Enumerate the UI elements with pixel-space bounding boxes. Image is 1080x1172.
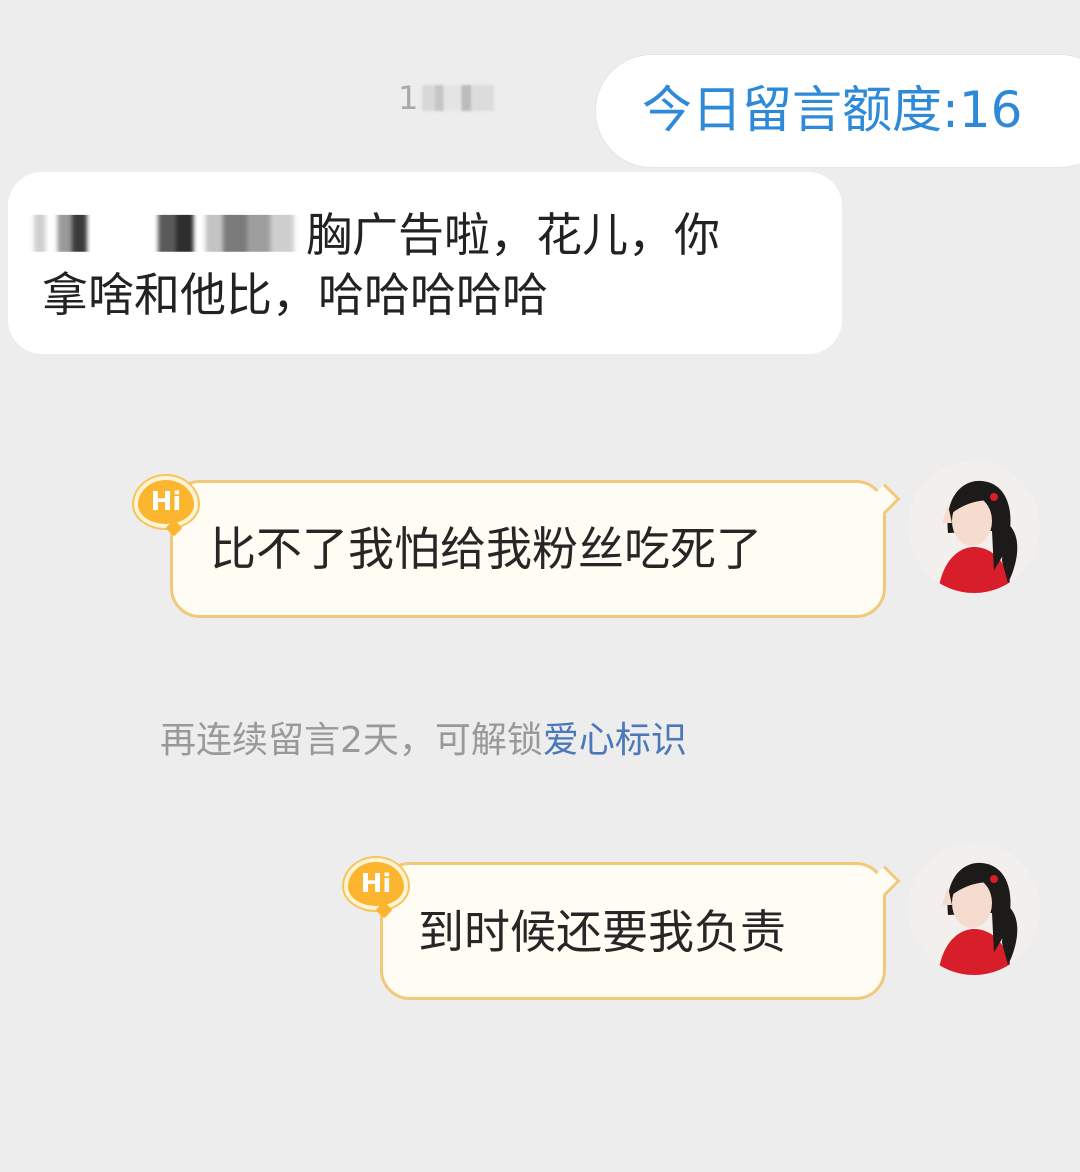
- incoming-message-line-1: 胸广告啦，花儿，你: [306, 208, 720, 262]
- hi-badge-label: Hi: [150, 487, 182, 517]
- message-timestamp: 1: [398, 78, 495, 118]
- streak-hint: 再连续留言2天，可解锁爱心标识: [160, 718, 687, 764]
- hi-badge-icon: Hi: [344, 858, 408, 919]
- incoming-message-line-2: 拿啥和他比，哈哈哈哈哈: [42, 268, 548, 322]
- avatar-portrait: [908, 461, 1040, 593]
- hi-badge-icon: Hi: [134, 476, 198, 537]
- redacted-timestamp: [422, 85, 495, 111]
- outgoing-message-text: 比不了我怕给我粉丝吃死了: [210, 522, 762, 576]
- daily-quota-label: 今日留言额度:16: [642, 81, 1023, 139]
- user-avatar[interactable]: [908, 461, 1040, 593]
- timestamp-text: 1: [398, 79, 419, 117]
- heart-badge-link[interactable]: 爱心标识: [543, 720, 687, 761]
- hi-badge-label: Hi: [360, 869, 392, 899]
- outgoing-message-text: 到时候还要我负责: [418, 905, 786, 959]
- streak-hint-text: 再连续留言2天，可解锁: [160, 720, 543, 761]
- user-avatar[interactable]: [908, 843, 1040, 975]
- avatar-portrait: [908, 843, 1040, 975]
